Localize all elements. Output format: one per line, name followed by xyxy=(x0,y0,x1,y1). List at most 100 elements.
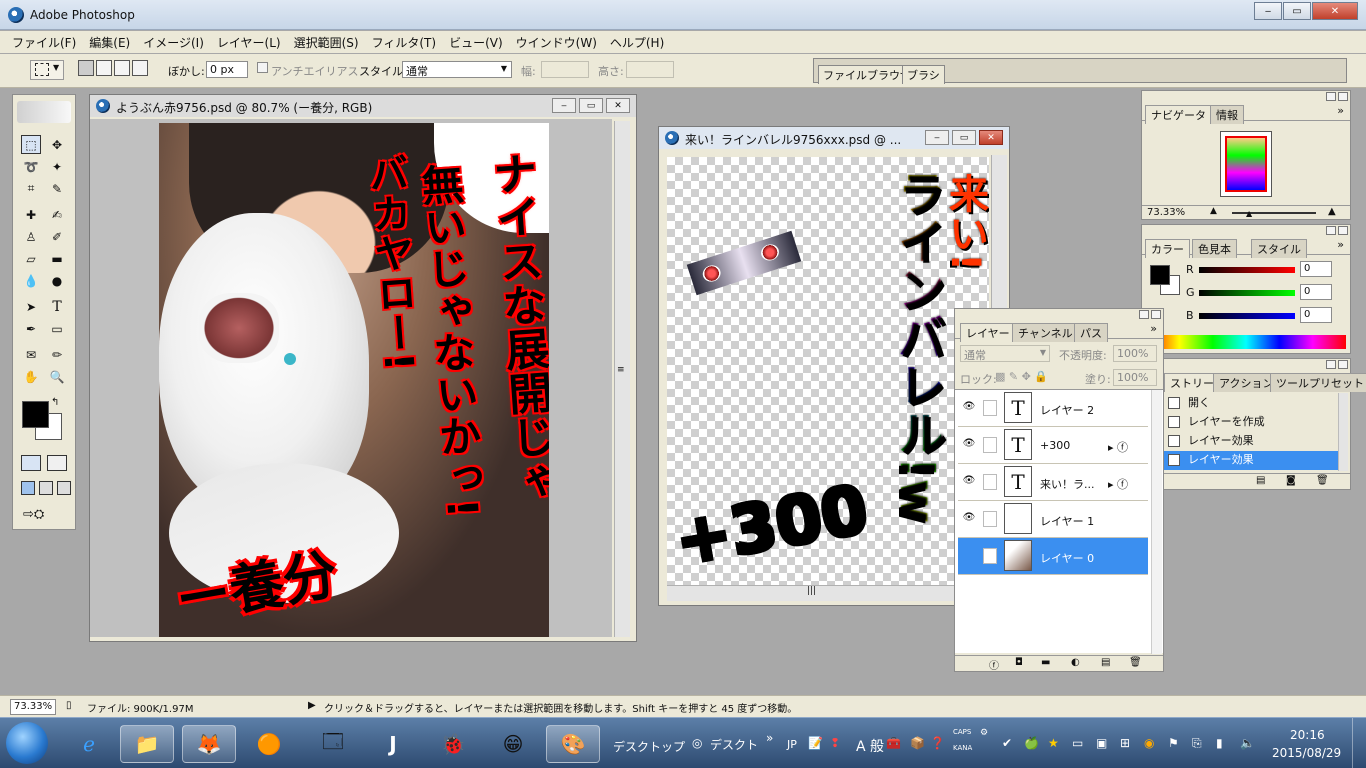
ime-options-icon[interactable]: ⚙ xyxy=(980,728,988,738)
doc2-minimize-button[interactable]: ‒ xyxy=(925,130,949,145)
layer-row-selected[interactable]: レイヤー 0 xyxy=(958,538,1148,575)
toolbar-expand-icon[interactable]: » xyxy=(766,731,773,745)
standard-mode-icon[interactable] xyxy=(21,455,41,471)
quickmask-mode-icon[interactable] xyxy=(47,455,67,471)
stamp-tool-icon[interactable]: ♙ xyxy=(21,227,41,246)
eye-icon[interactable]: 👁 xyxy=(962,438,976,452)
toolbar-desktop-2[interactable]: デスクト xyxy=(710,736,758,753)
panel-menu-icon[interactable]: » xyxy=(1150,322,1157,335)
doc2-close-button[interactable]: ✕ xyxy=(979,130,1003,145)
zoom-out-icon[interactable]: ▲ xyxy=(1210,206,1217,216)
layer-effects-icon[interactable]: ▸ ⓕ xyxy=(1108,439,1128,455)
new-selection-icon[interactable] xyxy=(78,60,94,76)
new-set-icon[interactable]: ▬ xyxy=(1041,657,1050,668)
volume-icon[interactable]: 🔈 xyxy=(1240,736,1255,750)
screen-mode-standard-icon[interactable] xyxy=(21,481,35,495)
ie-taskbar-icon[interactable]: ℯ xyxy=(62,725,116,763)
photoshop-taskbar-icon[interactable]: 🎨 xyxy=(546,725,600,763)
link-box[interactable] xyxy=(983,400,997,416)
photo-canvas[interactable]: ナイスな展開じゃ 無いじゃないかっ! バカヤロー! ー養分 xyxy=(159,123,549,637)
eraser-tool-icon[interactable]: ▱ xyxy=(21,249,41,268)
color-fg-swatch-top[interactable] xyxy=(1150,265,1170,285)
history-item-selected[interactable]: レイヤー効果 xyxy=(1164,451,1339,470)
menu-window[interactable]: ウインドウ(W) xyxy=(516,34,597,51)
eye-icon[interactable]: 👁 xyxy=(962,401,976,415)
tab-channels[interactable]: チャンネル xyxy=(1012,323,1079,342)
document-title-bar[interactable]: ようぶん赤9756.psd @ 80.7% (ー養分, RGB) ‒ ▭ ✕ xyxy=(90,95,636,117)
bug-app-taskbar-icon[interactable]: 🐞 xyxy=(426,725,480,763)
adobe-online-icon[interactable] xyxy=(17,101,71,123)
panel-menu-icon[interactable]: » xyxy=(1337,238,1344,251)
panel-minimize-icon[interactable] xyxy=(1326,226,1336,235)
layer-row[interactable]: 👁 T 来い！ラ... ▸ ⓕ xyxy=(958,464,1148,501)
tab-info[interactable]: 情報 xyxy=(1210,105,1244,124)
trash-icon[interactable]: 🗑 xyxy=(1316,475,1329,486)
menu-file[interactable]: ファイル(F) xyxy=(12,34,76,51)
tray-flag-icon[interactable]: ⚑ xyxy=(1168,736,1179,750)
panel-minimize-icon[interactable] xyxy=(1326,92,1336,101)
g-slider[interactable] xyxy=(1199,290,1295,296)
zoom-slider-handle-icon[interactable]: ▲ xyxy=(1246,209,1252,218)
opacity-input[interactable]: 100% xyxy=(1113,345,1157,362)
screen-mode-full-icon[interactable] xyxy=(57,481,71,495)
link-box[interactable] xyxy=(983,511,997,527)
doc2-maximize-button[interactable]: ▭ xyxy=(952,130,976,145)
b-input[interactable]: 0 xyxy=(1300,307,1332,323)
antialias-checkbox[interactable] xyxy=(257,62,268,73)
tray-network-icon[interactable]: ▮ xyxy=(1216,736,1223,750)
width-input[interactable] xyxy=(541,61,589,78)
tray-apple-icon[interactable]: 🍏 xyxy=(1024,736,1039,750)
lock-icons[interactable]: ▩ ✎ ✥ 🔒 xyxy=(995,370,1048,383)
pen-tool-icon[interactable]: ✒ xyxy=(21,319,41,338)
vertical-scrollbar[interactable]: ≡ xyxy=(614,121,630,637)
panel-minimize-icon[interactable] xyxy=(1326,360,1336,369)
tab-paths[interactable]: パス xyxy=(1074,323,1108,342)
hidden-eye-box[interactable] xyxy=(962,549,976,563)
tray-windows-icon[interactable]: ⊞ xyxy=(1120,736,1130,750)
j-app-taskbar-icon[interactable]: J xyxy=(366,725,420,763)
brush-link-icon[interactable] xyxy=(983,548,997,564)
blend-mode-select[interactable]: 通常 ▼ xyxy=(960,345,1050,362)
layer-row[interactable]: 👁 T +300 ▸ ⓕ xyxy=(958,427,1148,464)
layer-effects-icon[interactable]: ▸ ⓕ xyxy=(1108,476,1128,492)
crop-tool-icon[interactable]: ⌗ xyxy=(21,179,41,198)
marquee-preset-picker[interactable]: ▼ xyxy=(30,60,64,80)
adjustment-layer-icon[interactable]: ◐ xyxy=(1071,657,1080,668)
toolbar-desktop-1[interactable]: デスクトップ xyxy=(613,738,685,755)
clock-date[interactable]: 2015/08/29 xyxy=(1272,746,1341,760)
panel-menu-icon[interactable]: » xyxy=(1337,104,1344,117)
menu-image[interactable]: イメージ(I) xyxy=(143,34,204,51)
tray-monitor-icon[interactable]: ▣ xyxy=(1096,736,1107,750)
r-input[interactable]: 0 xyxy=(1300,261,1332,277)
tab-styles[interactable]: スタイル xyxy=(1251,239,1307,258)
ime-mode-icon[interactable]: ❢ xyxy=(830,736,840,750)
doc-minimize-button[interactable]: ‒ xyxy=(552,98,576,113)
fill-input[interactable]: 100% xyxy=(1113,369,1157,386)
blur-tool-icon[interactable]: 💧 xyxy=(21,271,41,290)
g-input[interactable]: 0 xyxy=(1300,284,1332,300)
b-slider[interactable] xyxy=(1199,313,1295,319)
type-tool-icon[interactable]: T xyxy=(47,297,67,316)
link-box[interactable] xyxy=(983,437,997,453)
navigator-zoom-value[interactable]: 73.33% xyxy=(1147,207,1185,218)
app-orange-taskbar-icon[interactable]: 🟠 xyxy=(242,725,296,763)
delete-layer-icon[interactable]: 🗑 xyxy=(1129,657,1142,668)
hand-tool-icon[interactable]: ✋ xyxy=(21,367,41,386)
tray-check-icon[interactable]: ✔ xyxy=(1002,736,1012,750)
tab-layers[interactable]: レイヤー xyxy=(960,323,1016,342)
transparent-canvas[interactable]: 来い! ラインバレル!w +300 xyxy=(667,157,989,585)
tab-swatches[interactable]: 色見本 xyxy=(1192,239,1237,258)
layer-row[interactable]: 👁 レイヤー 1 xyxy=(958,501,1148,538)
horizontal-scrollbar-2[interactable]: ||| xyxy=(667,585,991,601)
add-selection-icon[interactable] xyxy=(96,60,112,76)
zoom-in-icon[interactable]: ▲ xyxy=(1328,206,1336,217)
foreground-color-swatch-top[interactable] xyxy=(22,401,49,428)
style-select[interactable]: 通常 ▼ xyxy=(402,61,512,78)
healing-brush-icon[interactable]: ✚ xyxy=(21,205,41,224)
close-button[interactable]: ✕ xyxy=(1312,2,1358,20)
swap-colors-icon[interactable]: ↰ xyxy=(51,397,59,408)
doc-info-icon[interactable]: ▯ xyxy=(66,700,72,711)
zoom-slider[interactable] xyxy=(1232,212,1316,214)
tab-brushes[interactable]: ブラシ xyxy=(902,65,945,84)
firefox-taskbar-icon[interactable]: 🦊 xyxy=(182,725,236,763)
